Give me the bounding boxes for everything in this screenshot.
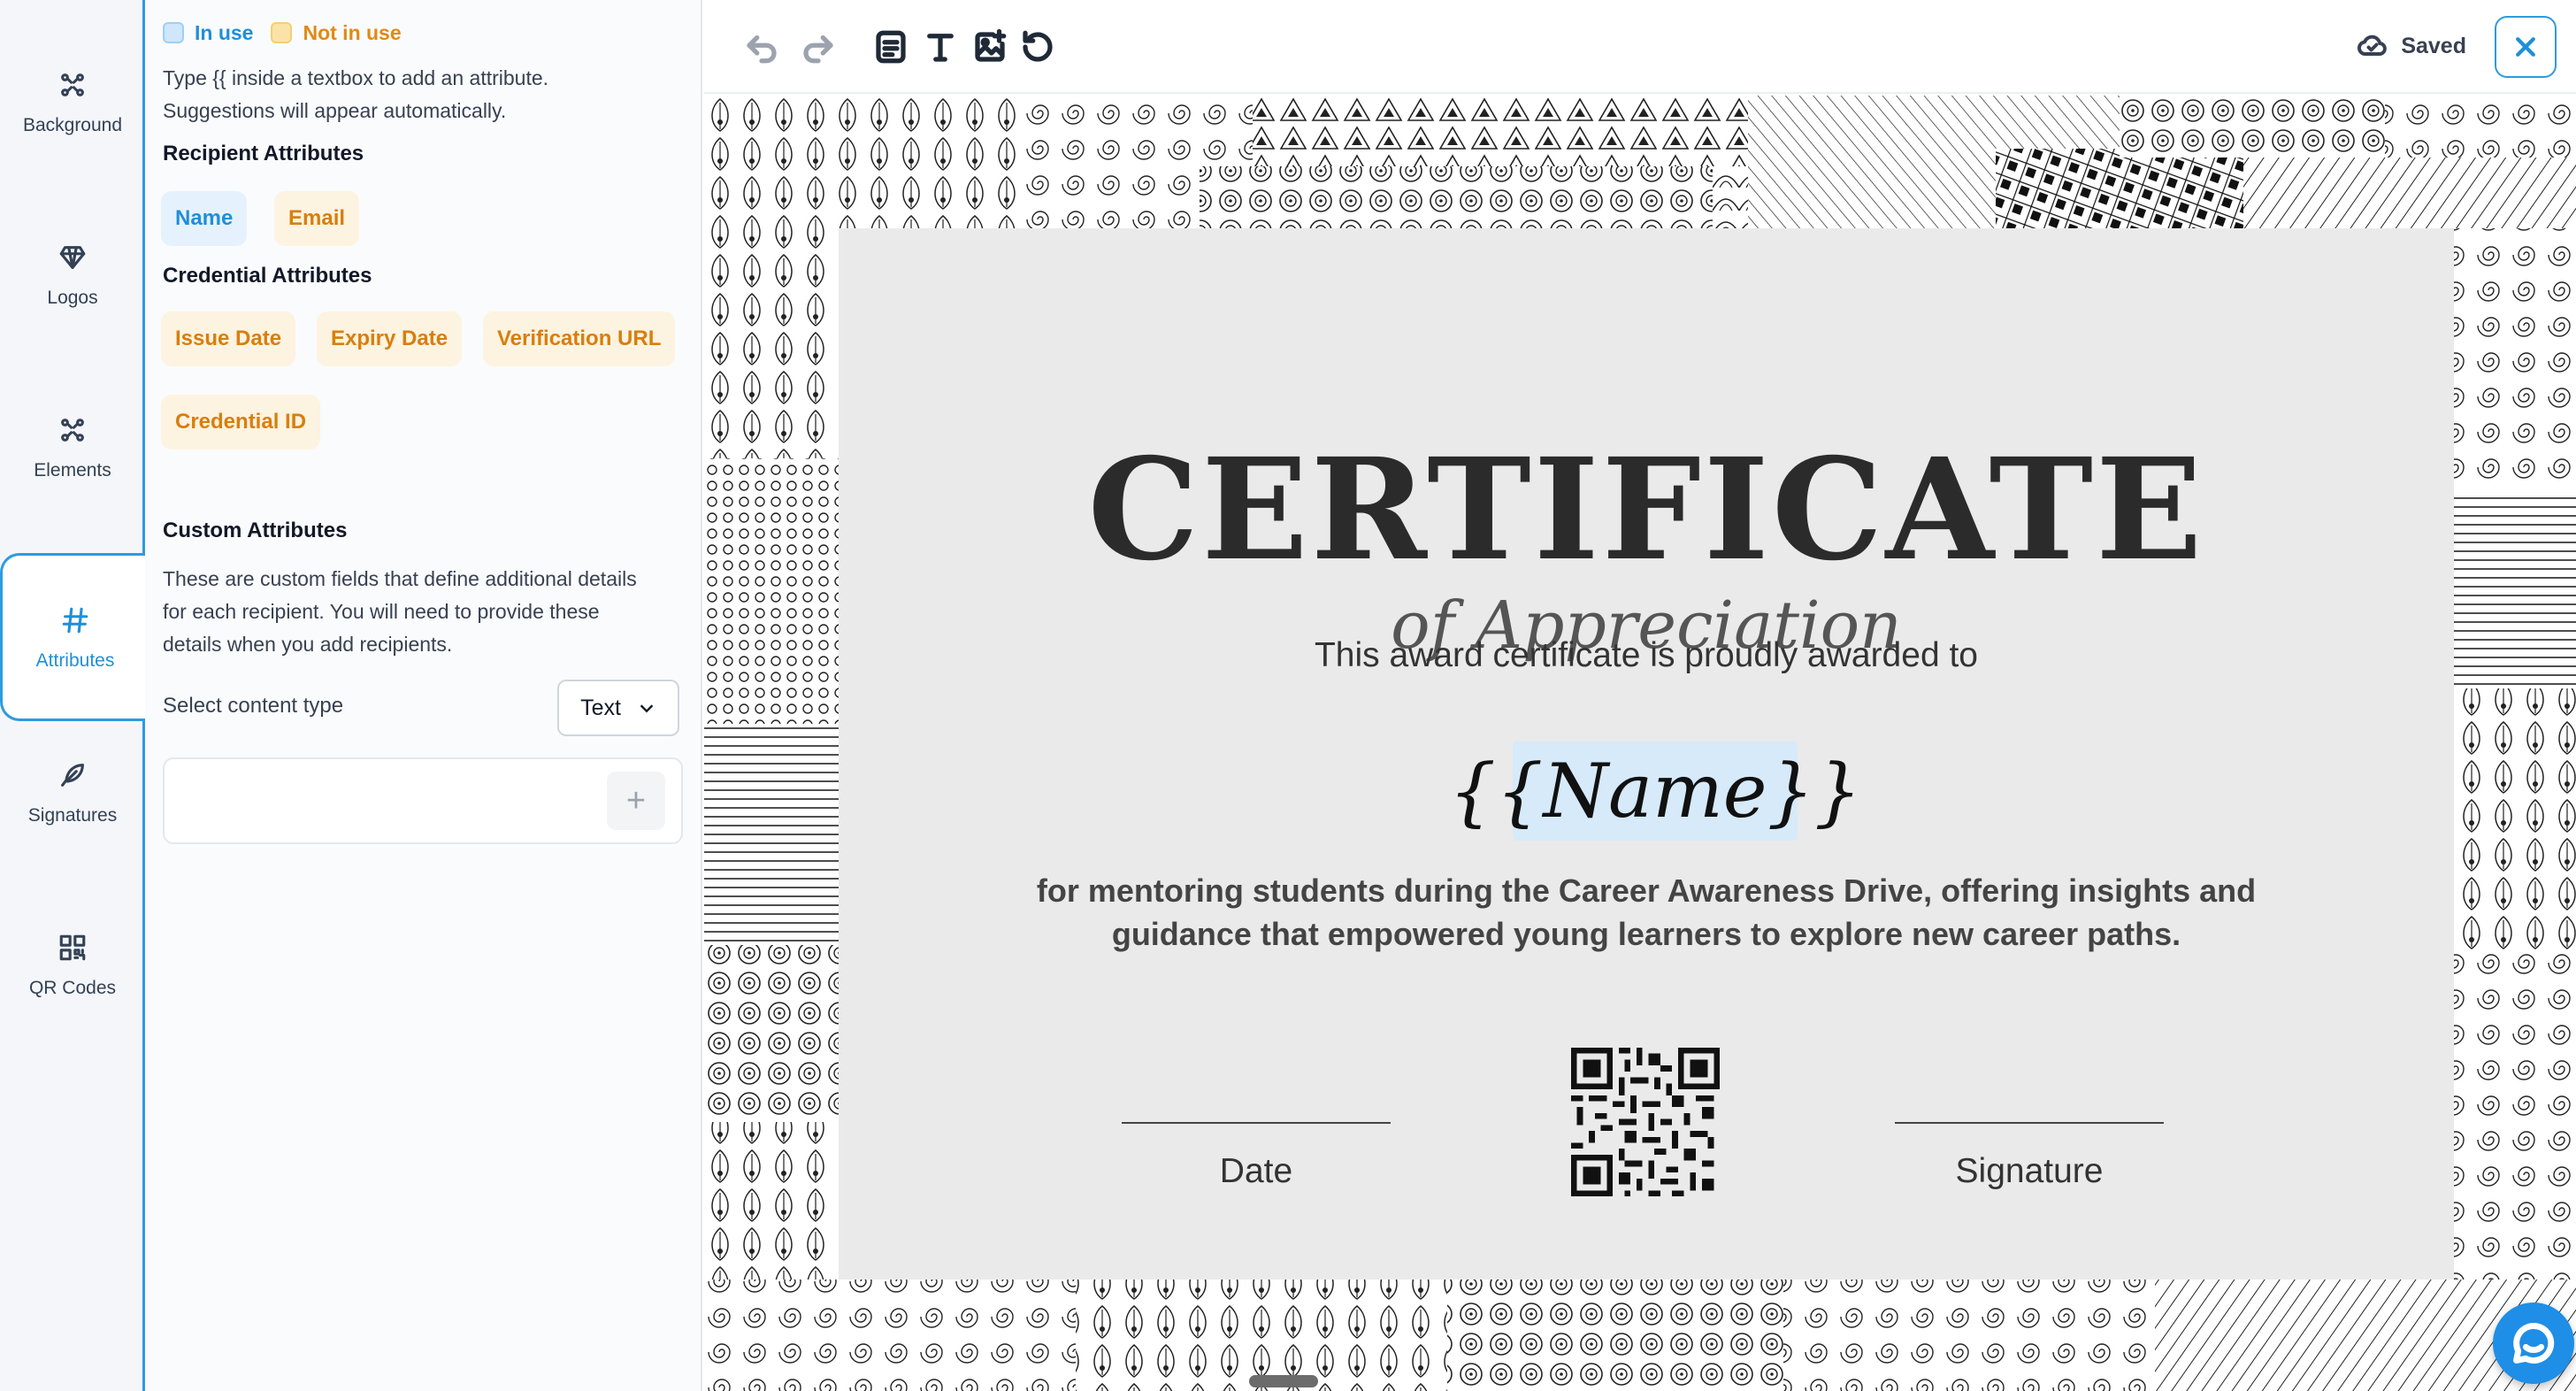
hash-icon (58, 603, 93, 638)
background-icon (55, 67, 90, 103)
certificate-editor: Background Logos Elements Attributes Sig… (0, 0, 2576, 1391)
sidebar-item-attributes[interactable]: Attributes (0, 553, 148, 721)
sidebar-item-qr-codes[interactable]: QR Codes (0, 880, 145, 1049)
certificate-description[interactable]: for mentoring students during the Career… (998, 869, 2295, 956)
editor-toolbar: Saved (704, 0, 2576, 94)
attribute-chip-email[interactable]: Email (274, 191, 360, 246)
save-status-label: Saved (2401, 33, 2466, 58)
sidebar-item-label: Elements (34, 460, 111, 480)
redo-button[interactable] (796, 25, 840, 69)
add-custom-attribute-button[interactable]: + (607, 772, 665, 830)
signature-line (1895, 1122, 2164, 1124)
attribute-chip-verification-url[interactable]: Verification URL (483, 311, 676, 366)
legend-in-use: In use (163, 21, 253, 45)
signature-label[interactable]: Signature (1895, 1152, 2164, 1191)
text-icon (927, 34, 954, 62)
add-text-button[interactable] (918, 25, 962, 69)
recipient-name-placeholder[interactable]: {{Name}} (1449, 742, 1861, 841)
content-type-value: Text (580, 695, 621, 720)
sidebar-item-label: Attributes (35, 650, 115, 671)
close-editor-button[interactable] (2495, 16, 2557, 78)
legend-swatch-blue (163, 22, 184, 43)
canvas-scroll-handle[interactable] (1249, 1375, 1318, 1387)
plus-icon: + (625, 781, 647, 819)
sidebar-item-label: Signatures (27, 805, 118, 826)
custom-attributes-title: Custom Attributes (163, 519, 348, 542)
awarded-line[interactable]: This award certificate is proudly awarde… (1281, 634, 2012, 678)
text-block-button[interactable] (869, 25, 913, 69)
undo-icon (747, 35, 777, 64)
add-image-icon (975, 28, 1007, 62)
credential-attributes-title: Credential Attributes (163, 264, 372, 288)
pen-icon (55, 757, 90, 793)
attribute-chip-issue-date[interactable]: Issue Date (161, 311, 296, 366)
sidebar-item-label: Background (22, 115, 123, 135)
sidebar-rail: Background Logos Elements Attributes Sig… (0, 0, 148, 1391)
add-image-button[interactable] (968, 25, 1012, 69)
custom-attribute-input[interactable]: + (163, 757, 683, 844)
legend-not-in-use-label: Not in use (303, 21, 402, 44)
qr-code-icon (55, 930, 90, 965)
date-label[interactable]: Date (1122, 1152, 1391, 1191)
legend-in-use-label: In use (195, 21, 254, 44)
legend-not-in-use: Not in use (271, 21, 402, 45)
sidebar-item-background[interactable]: Background (0, 18, 145, 186)
sidebar-item-logos[interactable]: Logos (0, 190, 145, 358)
diamond-icon (55, 240, 90, 275)
sidebar-item-label: QR Codes (28, 978, 117, 998)
chat-bubble-icon (2513, 1323, 2555, 1364)
attribute-chip-expiry-date[interactable]: Expiry Date (317, 311, 463, 366)
certificate-title[interactable]: CERTIFICATE (839, 441, 2454, 580)
legend-swatch-orange (271, 22, 293, 43)
attribute-help-text: Type {{ inside a textbox to add an attri… (163, 66, 549, 122)
recipient-attributes-title: Recipient Attributes (163, 142, 364, 165)
custom-attributes-description: These are custom fields that define addi… (163, 567, 637, 656)
sidebar-item-elements[interactable]: Elements (0, 363, 145, 531)
reset-icon (1023, 30, 1053, 62)
attribute-legend: In use Not in use (163, 21, 402, 45)
elements-icon (55, 412, 90, 448)
save-status: Saved (2357, 30, 2466, 62)
content-type-select[interactable]: Text (557, 680, 679, 736)
undo-button[interactable] (740, 25, 784, 69)
text-block-icon (876, 30, 906, 64)
content-type-label: Select content type (163, 694, 344, 718)
attribute-chip-name[interactable]: Name (161, 191, 248, 246)
certificate-card[interactable]: CERTIFICATE of Appreciation This award c… (839, 228, 2454, 1280)
certificate-canvas: CERTIFICATE of Appreciation This award c… (704, 96, 2576, 1391)
redo-icon (803, 35, 833, 64)
date-line (1122, 1122, 1391, 1124)
cloud-check-icon (2358, 35, 2388, 56)
close-icon (2516, 37, 2535, 57)
attribute-chip-credential-id[interactable]: Credential ID (161, 395, 321, 450)
sidebar-item-signatures[interactable]: Signatures (0, 708, 145, 876)
attributes-panel: In use Not in use Type {{ inside a textb… (145, 0, 702, 1391)
chevron-down-icon (640, 704, 654, 713)
reset-button[interactable] (1016, 25, 1060, 69)
chat-support-button[interactable] (2493, 1303, 2574, 1384)
sidebar-item-label: Logos (47, 288, 98, 308)
qr-code[interactable] (1571, 1048, 1720, 1196)
